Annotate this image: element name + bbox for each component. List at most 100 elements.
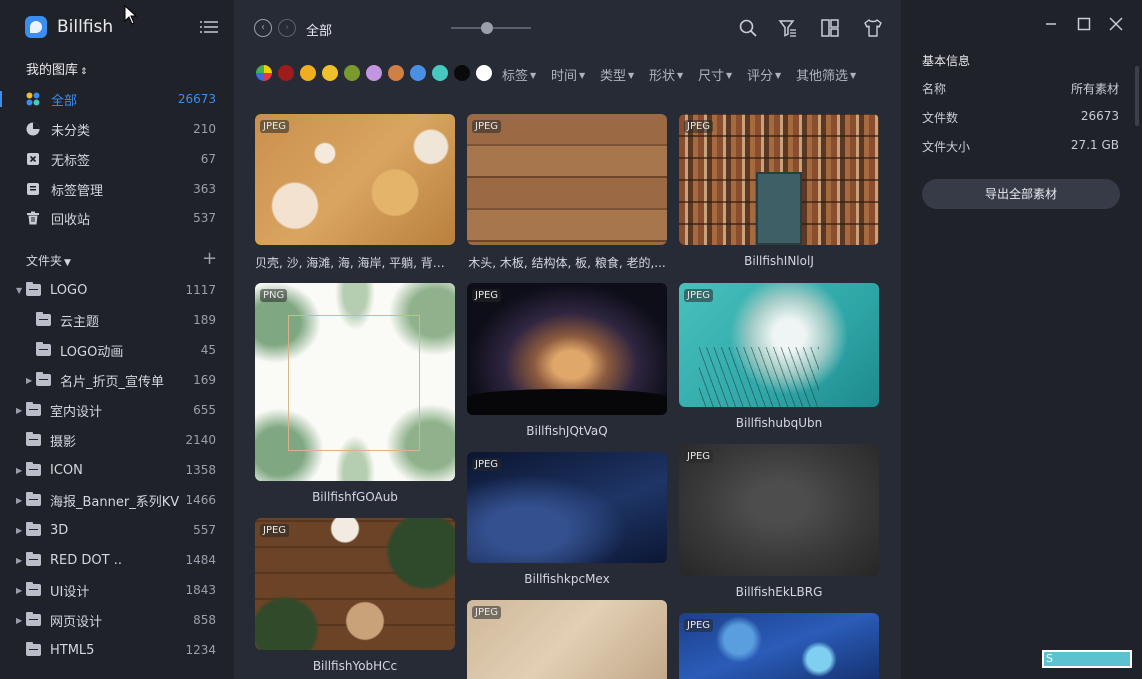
color-swatch[interactable] (278, 65, 294, 81)
caret-down-icon[interactable]: ▼ (16, 286, 22, 295)
folder-label: 室内设计 (50, 404, 103, 420)
folder-red-dot[interactable]: ▶ RED DOT .. 1484 (0, 547, 234, 573)
filter-other[interactable]: 其他筛选 ▼ (796, 65, 856, 84)
folder-label: ICON (50, 462, 83, 478)
maximize-icon[interactable] (1076, 16, 1092, 32)
color-swatch[interactable] (410, 65, 426, 81)
zoom-slider-knob[interactable] (481, 22, 493, 34)
caret-right-icon[interactable]: ▶ (16, 586, 22, 595)
color-swatch[interactable] (388, 65, 404, 81)
asset-card[interactable]: JPEG BillfishubqUbn (679, 283, 879, 430)
folder-html5[interactable]: HTML5 1234 (0, 637, 234, 663)
filter-size[interactable]: 尺寸 ▼ (698, 65, 732, 84)
folder-label: LOGO动画 (60, 344, 124, 360)
asset-thumbnail: JPEG (467, 114, 667, 245)
asset-card[interactable]: JPEG (467, 600, 667, 679)
asset-card[interactable]: JPEG 贝壳, 沙, 海滩, 海, 海岸, 平躺, 背景,... (255, 114, 455, 270)
folder-icon-set[interactable]: ▶ ICON 1358 (0, 457, 234, 483)
color-swatch[interactable] (300, 65, 316, 81)
filter-tags[interactable]: 标签 ▼ (502, 65, 536, 84)
nav-item-tag-manage[interactable]: 标签管理 363 (0, 175, 234, 203)
folder-cloud-theme[interactable]: 云主题 189 (0, 307, 234, 333)
nav-item-uncategorized[interactable]: 未分类 210 (0, 115, 234, 143)
layout-icon[interactable] (820, 18, 840, 38)
sidebar: Billfish 我的图库 ⇕ 全部 26673 未分类 210 无标签 67 标… (0, 0, 234, 679)
menu-list-icon[interactable] (200, 20, 218, 34)
filter-shape[interactable]: 形状 ▼ (649, 65, 683, 84)
asset-card[interactable]: JPEG BillfishkpcMex (467, 452, 667, 586)
caret-right-icon[interactable]: ▶ (16, 466, 22, 475)
file-type-badge: JPEG (472, 606, 502, 619)
folder-3d[interactable]: ▶ 3D 557 (0, 517, 234, 543)
color-swatch[interactable] (432, 65, 448, 81)
library-selector[interactable]: 我的图库 ⇕ (26, 59, 88, 78)
info-key: 名称 (922, 82, 947, 96)
asset-card[interactable]: PNG BillfishfGOAub (255, 283, 455, 504)
info-value: 所有素材 (1070, 82, 1119, 96)
filter-time[interactable]: 时间 ▼ (551, 65, 585, 84)
library-label: 我的图库 (26, 63, 79, 78)
filter-label: 尺寸 (698, 69, 725, 84)
filter-rating[interactable]: 评分 ▼ (747, 65, 781, 84)
color-swatch[interactable] (344, 65, 360, 81)
brand: Billfish (25, 16, 113, 38)
color-swatch[interactable] (476, 65, 492, 81)
folder-ui-design[interactable]: ▶ UI设计 1843 (0, 577, 234, 603)
frame-border (288, 315, 420, 451)
folder-poster-banner[interactable]: ▶ 海报_Banner_系列KV 1466 (0, 487, 234, 513)
watermark: S (1042, 650, 1132, 668)
nav-count: 210 (193, 122, 216, 136)
folder-interior-design[interactable]: ▶ 室内设计 655 (0, 397, 234, 423)
folders-label: 文件夹 (26, 254, 63, 268)
asset-card[interactable]: JPEG BillfishINlolJ (679, 114, 879, 268)
asset-card[interactable]: JPEG 木头, 木板, 结构体, 板, 粮食, 老的,... (467, 114, 667, 270)
asset-card[interactable]: JPEG BillfishJQtVaQ (467, 283, 667, 438)
color-swatch[interactable] (322, 65, 338, 81)
folder-icon (26, 492, 41, 506)
caret-right-icon[interactable]: ▶ (16, 556, 22, 565)
export-all-button[interactable]: 导出全部素材 (922, 179, 1120, 209)
horizon-silhouette (467, 389, 667, 415)
color-swatch[interactable] (366, 65, 382, 81)
back-button[interactable]: ‹ (254, 19, 272, 37)
folder-count: 189 (193, 313, 216, 327)
nav-item-trash[interactable]: 回收站 537 (0, 204, 234, 232)
folder-icon (26, 432, 41, 446)
folder-photography[interactable]: 摄影 2140 (0, 427, 234, 453)
caret-down-icon: ▼ (579, 71, 586, 80)
search-icon[interactable] (738, 18, 758, 38)
add-folder-icon[interactable]: + (202, 250, 217, 268)
asset-caption: BillfishubqUbn (735, 416, 823, 430)
asset-card[interactable]: JPEG BillfishEkLBRG (679, 444, 879, 599)
filter-type[interactable]: 类型 ▼ (600, 65, 634, 84)
color-swatch-all[interactable] (256, 65, 272, 81)
minimize-icon[interactable] (1043, 16, 1059, 32)
caret-right-icon[interactable]: ▶ (16, 406, 22, 415)
asset-card[interactable]: JPEG BillfishYobHCc (255, 518, 455, 673)
folder-logo-animation[interactable]: LOGO动画 45 (0, 337, 234, 363)
folder-web-design[interactable]: ▶ 网页设计 858 (0, 607, 234, 633)
filter-label: 类型 (600, 69, 627, 84)
nav-item-untagged[interactable]: 无标签 67 (0, 145, 234, 173)
folders-header[interactable]: 文件夹 ▼ (26, 252, 71, 269)
caret-right-icon[interactable]: ▶ (16, 526, 22, 535)
nav-count: 26673 (177, 92, 216, 106)
panel-scrollbar[interactable] (1135, 66, 1139, 126)
asset-thumbnail: JPEG (467, 452, 667, 563)
close-icon[interactable] (1108, 16, 1124, 32)
color-swatch[interactable] (454, 65, 470, 81)
asset-card[interactable]: JPEG (679, 613, 879, 679)
caret-right-icon[interactable]: ▶ (16, 496, 22, 505)
asset-caption: 贝壳, 沙, 海滩, 海, 海岸, 平躺, 背景,... (255, 256, 455, 270)
zoom-slider[interactable] (451, 22, 531, 34)
filter-icon[interactable] (778, 18, 798, 38)
caret-right-icon[interactable]: ▶ (26, 376, 32, 385)
asset-caption: BillfishEkLBRG (735, 585, 823, 599)
folder-business-card[interactable]: ▶ 名片_折页_宣传单 169 (0, 367, 234, 393)
caret-right-icon[interactable]: ▶ (16, 616, 22, 625)
shirt-icon[interactable] (863, 18, 883, 38)
forward-button[interactable]: › (278, 19, 296, 37)
folder-logo[interactable]: ▼ LOGO 1117 (0, 277, 234, 303)
nav-item-all[interactable]: 全部 26673 (0, 85, 234, 113)
file-type-badge: JPEG (684, 120, 714, 133)
